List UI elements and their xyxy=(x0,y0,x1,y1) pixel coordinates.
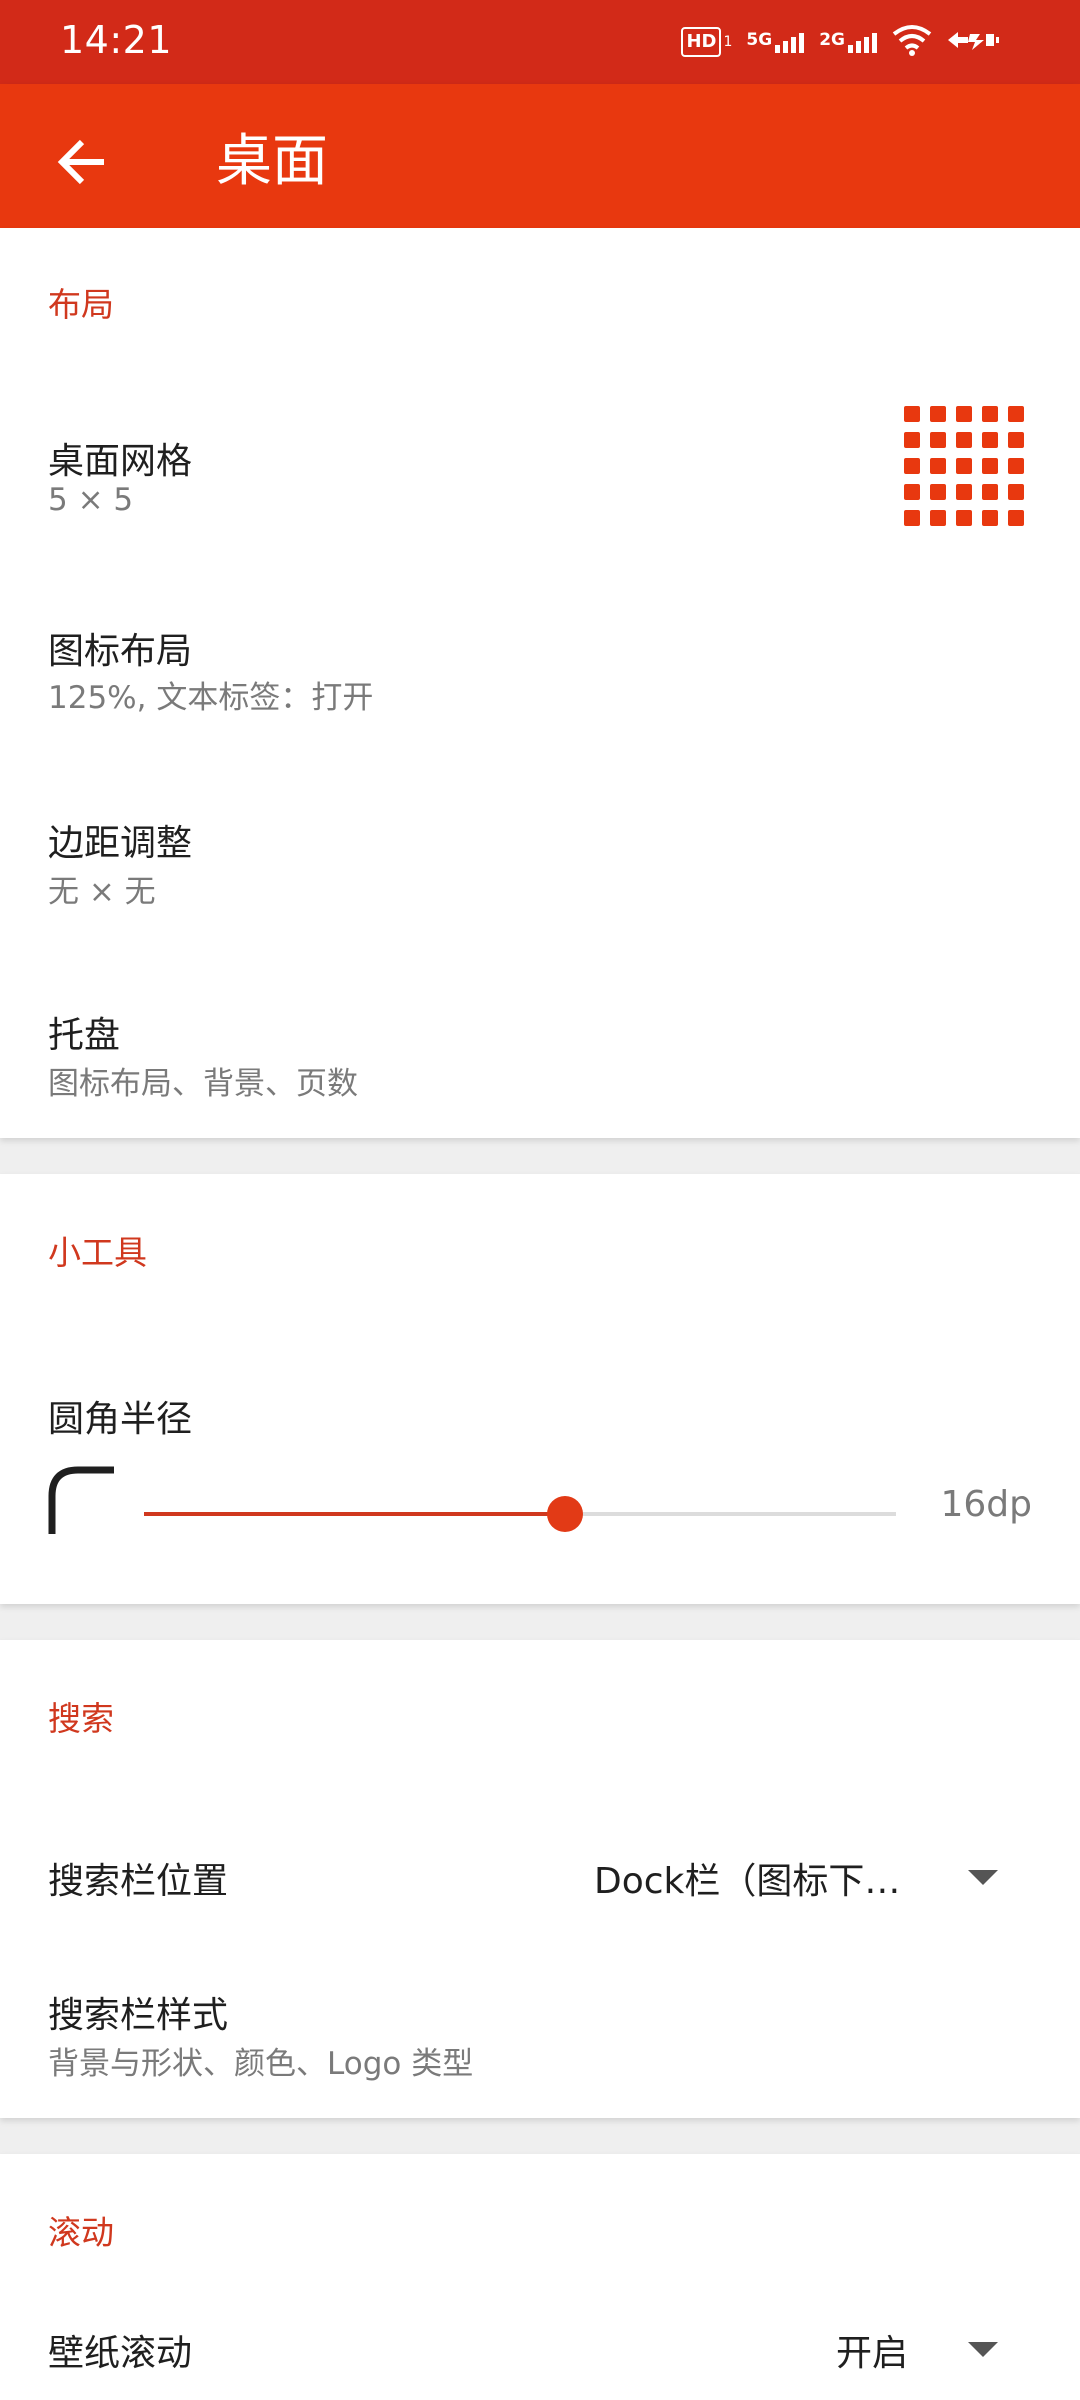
search-bar-style-item[interactable]: 搜索栏样式 背景与形状、颜色、Logo 类型 xyxy=(0,1960,1080,2110)
item-title: 图标布局 xyxy=(48,631,193,672)
item-title: 壁纸滚动 xyxy=(48,2333,193,2374)
status-bar: 14:21 HD 1 5G 2G xyxy=(0,0,1080,84)
page-title: 桌面 xyxy=(216,129,328,194)
margin-adjust-item[interactable]: 边距调整 无 × 无 xyxy=(0,756,1080,946)
icon-layout-item[interactable]: 图标布局 125%, 文本标签：打开 xyxy=(0,566,1080,756)
app-bar: 桌面 xyxy=(0,84,1080,228)
item-title: 搜索栏样式 xyxy=(48,1995,229,2036)
back-button[interactable] xyxy=(38,118,126,206)
dock-tray-item[interactable]: 托盘 图标布局、背景、页数 xyxy=(0,946,1080,1136)
item-title: 搜索栏位置 xyxy=(48,1861,229,1902)
dropdown-arrow-icon xyxy=(968,1870,998,1885)
item-title: 桌面网格 xyxy=(48,441,193,482)
item-subtitle: 背景与形状、颜色、Logo 类型 xyxy=(48,2046,474,2082)
battery-charging-icon xyxy=(946,28,1002,56)
status-time: 14:21 xyxy=(60,18,173,62)
corner-radius-icon xyxy=(48,1466,114,1534)
item-subtitle: 图标布局、背景、页数 xyxy=(48,1066,358,1102)
layout-card: 布局 桌面网格 5 × 5 图标布局 125%, 文本标签：打开 边距调整 无 … xyxy=(0,228,1080,1138)
section-header-search: 搜索 xyxy=(48,1699,114,1738)
item-subtitle: 5 × 5 xyxy=(48,482,134,518)
item-subtitle: 125%, 文本标签：打开 xyxy=(48,680,374,716)
section-header-layout: 布局 xyxy=(48,285,114,324)
corner-radius-slider[interactable] xyxy=(144,1496,896,1532)
section-header-widgets: 小工具 xyxy=(48,1233,147,1272)
widgets-card: 小工具 圆角半径 16dp xyxy=(0,1174,1080,1604)
wallpaper-scroll-item[interactable]: 壁纸滚动 开启 xyxy=(0,2304,1080,2400)
corner-radius-value: 16dp xyxy=(940,1484,1032,1525)
item-title: 托盘 xyxy=(48,1015,121,1056)
scroll-card: 滚动 壁纸滚动 开启 xyxy=(0,2154,1080,2400)
item-title: 边距调整 xyxy=(48,823,193,864)
wifi-icon xyxy=(892,24,932,60)
hd-icon: HD 1 xyxy=(681,27,732,57)
search-position-dropdown[interactable]: Dock栏（图标下… xyxy=(594,1852,900,1904)
search-card: 搜索 搜索栏位置 Dock栏（图标下… 搜索栏样式 背景与形状、颜色、Logo … xyxy=(0,1640,1080,2118)
slider-thumb[interactable] xyxy=(547,1496,584,1532)
section-header-scroll: 滚动 xyxy=(48,2213,114,2252)
grid-preview-icon xyxy=(904,406,1024,526)
item-subtitle: 无 × 无 xyxy=(48,874,156,910)
2g-signal-icon: 2G xyxy=(819,31,878,53)
wallpaper-scroll-dropdown[interactable]: 开启 xyxy=(836,2324,908,2376)
search-bar-position-item[interactable]: 搜索栏位置 Dock栏（图标下… xyxy=(0,1790,1080,1960)
arrow-back-icon xyxy=(57,139,104,185)
status-icons: HD 1 5G 2G xyxy=(681,22,1002,62)
5g-signal-icon: 5G xyxy=(746,31,805,53)
dropdown-arrow-icon xyxy=(968,2342,998,2357)
corner-radius-title: 圆角半径 xyxy=(48,1399,193,1440)
slider-fill xyxy=(144,1512,566,1516)
